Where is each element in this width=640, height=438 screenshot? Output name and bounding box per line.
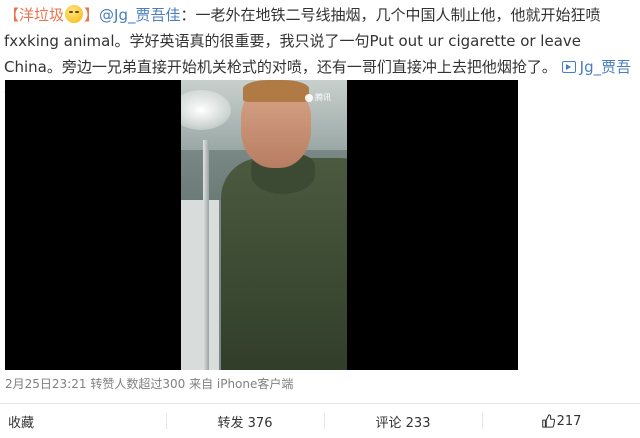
post-source[interactable]: 来自 iPhone客户端 — [189, 377, 293, 391]
video-scene-person-hair — [243, 80, 309, 102]
watermark-text: 腾讯 — [315, 93, 331, 102]
action-bar: 收藏 转发 376 评论 233 217 — [0, 404, 640, 438]
repost-label: 转发 376 — [217, 415, 273, 431]
video-watermark: 腾讯 — [305, 92, 331, 103]
post-meta: 2月25日23:21 转赞人数超过300 来自 iPhone客户端 — [5, 376, 293, 392]
video-frame: 腾讯 — [181, 80, 347, 370]
video-scene-pole — [203, 140, 209, 370]
comment-button[interactable]: 评论 233 — [324, 404, 482, 438]
favorite-label: 收藏 — [8, 415, 35, 431]
user-mention[interactable]: @Jg_贾吾佳 — [99, 6, 180, 24]
video-player[interactable]: 腾讯 — [5, 80, 518, 370]
watermark-logo-icon — [305, 93, 313, 102]
video-link-icon — [561, 61, 576, 73]
favorite-button[interactable]: 收藏 — [0, 404, 166, 438]
video-scene-door — [181, 200, 221, 370]
like-count: 217 — [556, 413, 582, 429]
post-time[interactable]: 2月25日23:21 — [5, 377, 87, 391]
repost-count-note: 转赞人数超过300 — [90, 377, 186, 391]
topic-tag[interactable]: 【洋垃圾 — [4, 6, 64, 24]
emoji-icon — [65, 5, 84, 23]
thumbs-up-icon — [541, 414, 555, 428]
repost-button[interactable]: 转发 376 — [166, 404, 324, 438]
comment-label: 评论 233 — [375, 415, 431, 431]
like-button[interactable]: 217 — [482, 404, 640, 438]
topic-tag-close: 】 — [84, 6, 100, 24]
